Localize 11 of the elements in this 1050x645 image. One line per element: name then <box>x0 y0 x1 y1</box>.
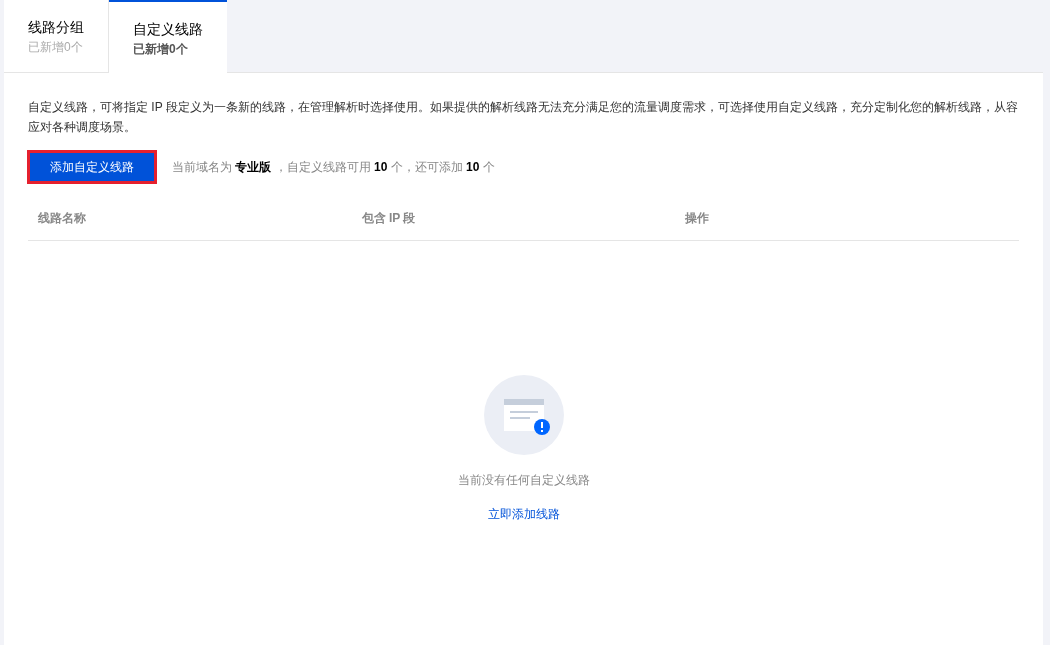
empty-document-icon <box>483 375 564 455</box>
quota-info-text: 当前域名为 专业版 ，自定义线路可用 10 个，还可添加 10 个 <box>172 159 495 176</box>
tab[interactable]: 线路分组 已新增0个 <box>4 0 109 72</box>
add-custom-line-button[interactable]: 添加自定义线路 <box>28 151 156 183</box>
tab[interactable]: 自定义线路 已新增0个 <box>109 0 227 74</box>
empty-message: 当前没有任何自定义线路 <box>457 472 590 489</box>
column-header: 包含 IP 段 <box>361 210 416 225</box>
add-line-link[interactable]: 立即添加线路 <box>487 505 560 523</box>
column-header: 操作 <box>685 210 710 225</box>
description-text: 自定义线路，可将指定 IP 段定义为一条新的线路，在管理解析时选择使用。如果提供的解析线路无法充分满足您的流量调度需求，可选择使用自定义线路，充分定制化您的解析线路，从容应对各种调度场景。 <box>28 99 1019 136</box>
column-header: 线路名称 <box>38 210 86 225</box>
